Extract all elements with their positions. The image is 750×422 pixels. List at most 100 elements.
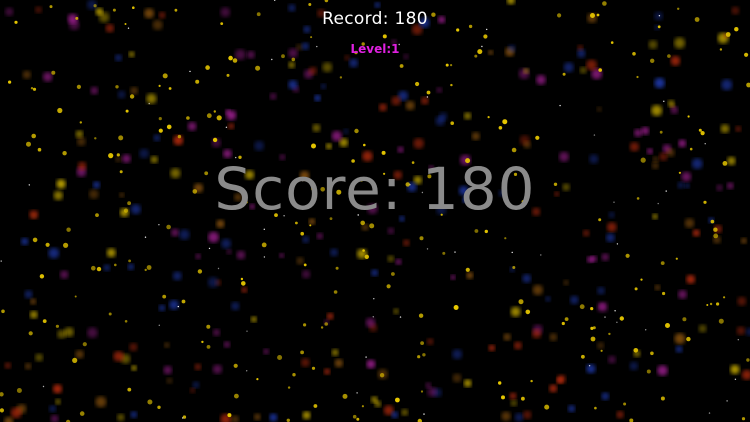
glow-particle <box>670 106 679 114</box>
spark-particle <box>146 265 152 270</box>
glow-particle <box>279 253 285 258</box>
spark-particle <box>686 336 691 342</box>
spark-particle <box>28 331 33 336</box>
glow-particle <box>302 411 311 420</box>
spark-particle <box>640 278 643 281</box>
star-particle <box>559 104 561 107</box>
glow-particle <box>117 90 126 99</box>
spark-particle <box>213 110 216 113</box>
glow-particle <box>106 248 116 258</box>
game-canvas[interactable]: Record: 180 Level:1 Score: 180 <box>0 0 750 422</box>
spark-particle <box>660 396 665 401</box>
star-particle <box>42 385 45 388</box>
star-particle <box>158 324 160 326</box>
spark-particle <box>502 119 508 125</box>
star-particle <box>0 260 2 262</box>
glow-particle <box>212 364 223 374</box>
spark-particle <box>391 272 395 276</box>
spark-particle <box>31 133 36 139</box>
spark-particle <box>530 379 533 383</box>
spark-particle <box>310 36 313 39</box>
spark-particle <box>356 417 360 421</box>
spark-particle <box>662 291 666 296</box>
spark-particle <box>127 387 132 392</box>
spark-particle <box>30 87 34 90</box>
glow-particle <box>158 304 166 312</box>
glow-particle <box>192 381 200 389</box>
glow-particle <box>117 413 125 421</box>
spark-particle <box>96 266 102 272</box>
spark-particle <box>324 322 329 326</box>
spark-particle <box>602 1 607 6</box>
spark-particle <box>525 309 531 315</box>
glow-particle <box>241 286 248 293</box>
glow-particle <box>563 280 569 286</box>
glow-particle <box>87 327 98 339</box>
glow-particle <box>288 80 298 90</box>
glow-particle <box>22 70 31 79</box>
spark-particle <box>181 299 186 304</box>
spark-particle <box>277 355 283 360</box>
spark-particle <box>675 257 678 260</box>
glow-particle <box>532 284 543 296</box>
glow-particle <box>737 296 747 306</box>
glow-particle <box>189 387 196 393</box>
glow-particle <box>586 364 596 374</box>
spark-particle <box>39 274 45 279</box>
glow-particle <box>413 138 425 149</box>
spark-particle <box>487 116 490 119</box>
glow-particle <box>55 398 61 405</box>
star-particle <box>263 256 266 258</box>
spark-particle <box>636 75 639 79</box>
spark-particle <box>364 254 369 259</box>
glow-particle <box>509 392 517 400</box>
glow-particle <box>231 301 240 311</box>
glow-particle <box>510 399 518 407</box>
spark-particle <box>501 395 505 400</box>
spark-particle <box>206 324 211 329</box>
glow-particle <box>556 377 563 384</box>
spark-particle <box>579 304 585 310</box>
glow-particle <box>616 410 624 419</box>
glow-particle <box>207 277 219 288</box>
glow-particle <box>95 396 107 408</box>
glow-particle <box>113 351 124 362</box>
glow-particle <box>686 274 696 284</box>
glow-particle <box>24 363 32 370</box>
spark-particle <box>700 131 705 136</box>
spark-particle <box>201 340 204 344</box>
spark-particle <box>300 350 304 355</box>
spark-particle <box>124 320 128 323</box>
spark-particle <box>633 348 639 353</box>
spark-particle <box>72 357 78 363</box>
spark-particle <box>286 418 290 422</box>
spark-particle <box>162 73 168 79</box>
glow-particle <box>75 350 84 359</box>
glow-particle <box>387 227 395 235</box>
star-particle <box>246 330 248 332</box>
spark-particle <box>227 413 232 418</box>
spark-particle <box>442 251 446 255</box>
star-particle <box>663 100 665 103</box>
star-particle <box>189 70 191 73</box>
glow-particle <box>532 329 542 339</box>
glow-particle <box>393 308 399 315</box>
glow-particle <box>678 139 687 148</box>
glow-particle <box>146 93 157 104</box>
glow-particle <box>654 77 665 89</box>
spark-particle <box>1 309 5 314</box>
glow-particle <box>721 79 733 91</box>
glow-particle <box>153 134 161 142</box>
spark-particle <box>45 242 50 247</box>
spark-particle <box>241 281 246 286</box>
spark-particle <box>498 126 503 130</box>
spark-particle <box>287 386 291 389</box>
glow-particle <box>523 68 529 74</box>
glow-particle <box>30 298 37 305</box>
glow-particle <box>371 396 378 404</box>
spark-particle <box>420 341 424 345</box>
glow-particle <box>379 103 387 112</box>
spark-particle <box>369 223 375 229</box>
glow-particle <box>231 415 239 422</box>
glow-particle <box>601 392 610 401</box>
